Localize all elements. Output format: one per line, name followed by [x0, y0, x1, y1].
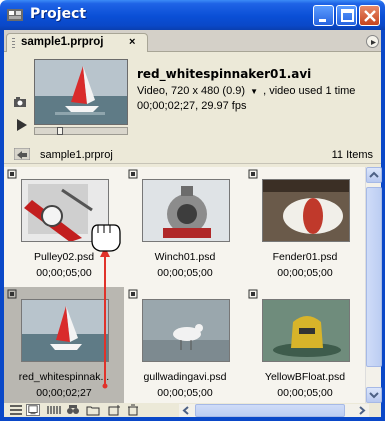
drag-overlay	[91, 224, 121, 389]
list-view-icon[interactable]	[9, 404, 23, 416]
menu-arrow-icon	[371, 40, 376, 45]
chevron-left-icon[interactable]	[179, 404, 193, 417]
clip-usage: , video used 1 time	[263, 85, 356, 97]
panel-tab-strip: sample1.prproj ×	[4, 30, 381, 52]
play-icon[interactable]	[16, 118, 28, 132]
vertical-scrollbar[interactable]	[365, 167, 382, 403]
panel-menu-button[interactable]	[366, 35, 379, 48]
icon-view-icon[interactable]	[26, 404, 40, 416]
new-bin-icon[interactable]	[86, 404, 100, 416]
tab-label: sample1.prproj	[21, 36, 104, 48]
item-count: 11 Items	[331, 149, 373, 161]
scrub-handle[interactable]	[57, 127, 63, 135]
clear-trash-icon[interactable]	[126, 404, 140, 416]
minimize-button[interactable]	[313, 5, 334, 26]
chevron-down-icon	[369, 392, 379, 399]
find-icon[interactable]	[66, 404, 80, 416]
scroll-down-button[interactable]	[366, 387, 382, 403]
bottom-toolbar	[4, 403, 381, 417]
chevron-up-icon	[369, 171, 379, 178]
clip-info-line2: 00;00;02;27, 29.97 fps	[137, 100, 247, 112]
dropdown-arrow-icon[interactable]: ▼	[248, 87, 260, 96]
clip-video-format: Video, 720 x 480 (0.9)	[137, 85, 246, 97]
clip-preview-area: red_whitespinnaker01.avi Video, 720 x 48…	[4, 53, 381, 138]
minimize-icon	[319, 19, 326, 22]
window-title: Project	[30, 6, 87, 22]
title-bar[interactable]: Project	[0, 0, 385, 30]
bin-folder-icon[interactable]	[14, 148, 30, 160]
drag-arrow-origin	[102, 383, 108, 389]
project-items-grid: Pulley02.psd 00;00;05;00 Winch01.psd 00;…	[4, 167, 365, 403]
close-icon	[364, 10, 376, 22]
close-window-button[interactable]	[359, 5, 380, 26]
bin-path: sample1.prproj	[40, 149, 113, 161]
poster-frame-icon[interactable]	[13, 97, 27, 108]
scroll-up-button[interactable]	[366, 167, 382, 183]
clip-name: red_whitespinnaker01.avi	[137, 67, 312, 81]
grab-hand-cursor-icon	[91, 224, 121, 252]
clip-info-line1: Video, 720 x 480 (0.9) ▼ , video used 1 …	[137, 85, 355, 97]
bin-bar: sample1.prproj 11 Items	[4, 146, 381, 164]
maximize-icon	[341, 9, 354, 22]
tab-close-button[interactable]: ×	[129, 36, 135, 48]
preview-scrub-bar[interactable]	[34, 127, 128, 135]
tab-project[interactable]: sample1.prproj ×	[6, 33, 148, 52]
tab-grip-icon[interactable]	[12, 38, 15, 49]
scroll-thumb[interactable]	[366, 187, 382, 367]
new-item-icon[interactable]	[108, 404, 122, 416]
maximize-button[interactable]	[336, 5, 357, 26]
preview-thumbnail	[34, 59, 128, 125]
horizontal-scroll-thumb[interactable]	[195, 404, 345, 417]
project-panel-icon	[7, 9, 23, 21]
chevron-right-icon[interactable]	[355, 404, 369, 417]
horizontal-scrollbar[interactable]	[179, 404, 369, 417]
automate-to-sequence-icon[interactable]	[47, 404, 61, 416]
